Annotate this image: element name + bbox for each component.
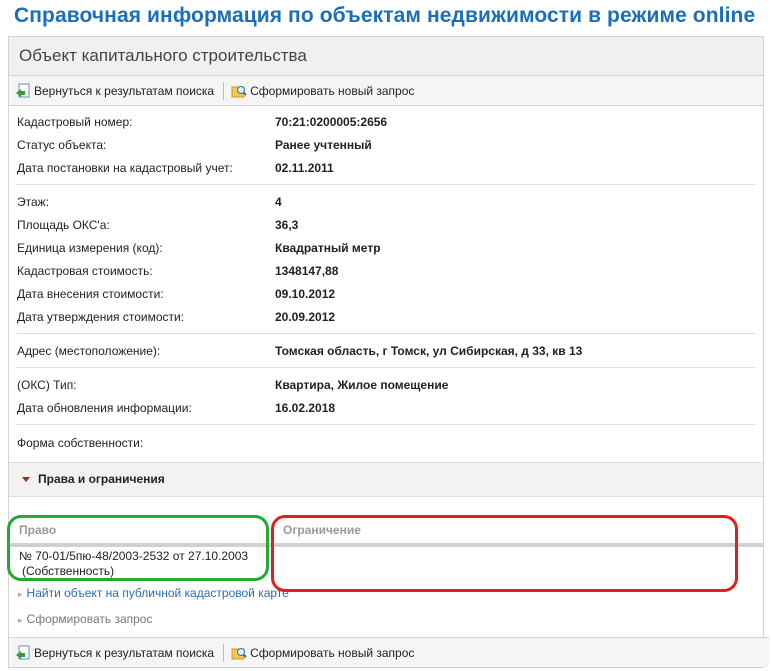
public-map-link-label: Найти объект на публичной кадастровой ка… <box>26 586 289 600</box>
update-date-label: Дата обновления информации: <box>17 401 192 415</box>
oks-type-value: Квартира, Жилое помещение <box>275 378 449 392</box>
divider <box>17 367 755 368</box>
floor-value: 4 <box>275 195 282 209</box>
back-document-icon <box>15 645 31 661</box>
cost-approve-date-value: 20.09.2012 <box>275 310 336 324</box>
back-to-results-button-bottom[interactable]: Вернуться к результатам поиска <box>15 645 214 661</box>
cad-number-value: 70:21:0200005:2656 <box>275 115 388 129</box>
right-record-line1: № 70-01/5пю-48/2003-2532 от 27.10.2003 <box>19 549 249 563</box>
collapse-triangle-icon <box>22 477 30 482</box>
rights-column-header: Право <box>19 523 57 537</box>
table-header-bar <box>9 543 763 547</box>
area-label: Площадь ОКС'a: <box>17 218 110 232</box>
top-toolbar: Вернуться к результатам поиска Сформиров… <box>9 76 763 106</box>
page-title: Справочная информация по объектам недвиж… <box>14 4 756 27</box>
toolbar-separator <box>223 81 225 100</box>
new-request-label: Сформировать новый запрос <box>250 83 415 98</box>
new-request-button[interactable]: Сформировать новый запрос <box>231 83 414 99</box>
rights-section-title: Права и ограничения <box>38 472 165 486</box>
chevron-right-icon: ▸ <box>18 615 23 625</box>
restriction-column-header: Ограничение <box>283 523 361 537</box>
oks-type-label: (ОКС) Тип: <box>17 378 77 392</box>
search-folder-icon <box>231 645 247 661</box>
address-label: Адрес (местоположение): <box>17 344 161 358</box>
toolbar-separator <box>223 643 225 662</box>
make-request-link-label: Сформировать запрос <box>26 612 153 626</box>
unit-label: Единица измерения (код): <box>17 241 163 255</box>
cad-cost-label: Кадастровая стоимость: <box>17 264 153 278</box>
search-folder-icon <box>231 83 247 99</box>
object-panel: Объект капитального строительства Вернут… <box>8 36 769 668</box>
back-to-results-button[interactable]: Вернуться к результатам поиска <box>15 83 214 99</box>
right-record-line2: (Собственность) <box>22 564 115 578</box>
public-map-link[interactable]: ▸ Найти объект на публичной кадастровой к… <box>18 586 289 600</box>
ownership-label: Форма собственности: <box>17 436 144 450</box>
make-request-link[interactable]: ▸ Сформировать запрос <box>18 612 152 626</box>
unit-value: Квадратный метр <box>275 241 381 255</box>
cost-date-label: Дата внесения стоимости: <box>17 287 164 301</box>
back-document-icon <box>15 83 31 99</box>
floor-label: Этаж: <box>17 195 50 209</box>
reg-date-label: Дата постановки на кадастровый учет: <box>17 161 233 175</box>
rights-section-toggle[interactable]: Права и ограничения <box>9 462 763 497</box>
cost-date-value: 09.10.2012 <box>275 287 336 301</box>
back-to-results-label: Вернуться к результатам поиска <box>34 645 215 660</box>
back-to-results-label: Вернуться к результатам поиска <box>34 83 215 98</box>
chevron-right-icon: ▸ <box>18 589 23 599</box>
area-value: 36,3 <box>275 218 299 232</box>
status-label: Статус объекта: <box>17 138 107 152</box>
divider <box>17 424 755 425</box>
cad-number-label: Кадастровый номер: <box>17 115 133 129</box>
status-value: Ранее учтенный <box>275 138 372 152</box>
cost-approve-date-label: Дата утверждения стоимости: <box>17 310 185 324</box>
update-date-value: 16.02.2018 <box>275 401 336 415</box>
divider <box>17 184 755 185</box>
reg-date-value: 02.11.2011 <box>275 161 334 175</box>
cad-cost-value: 1348147,88 <box>275 264 339 278</box>
address-value: Томская область, г Томск, ул Сибирская, … <box>275 344 583 358</box>
bottom-toolbar: Вернуться к результатам поиска Сформиров… <box>9 637 769 667</box>
panel-title: Объект капитального строительства <box>9 37 763 76</box>
new-request-label: Сформировать новый запрос <box>250 645 415 660</box>
new-request-button-bottom[interactable]: Сформировать новый запрос <box>231 645 414 661</box>
divider <box>17 333 755 334</box>
